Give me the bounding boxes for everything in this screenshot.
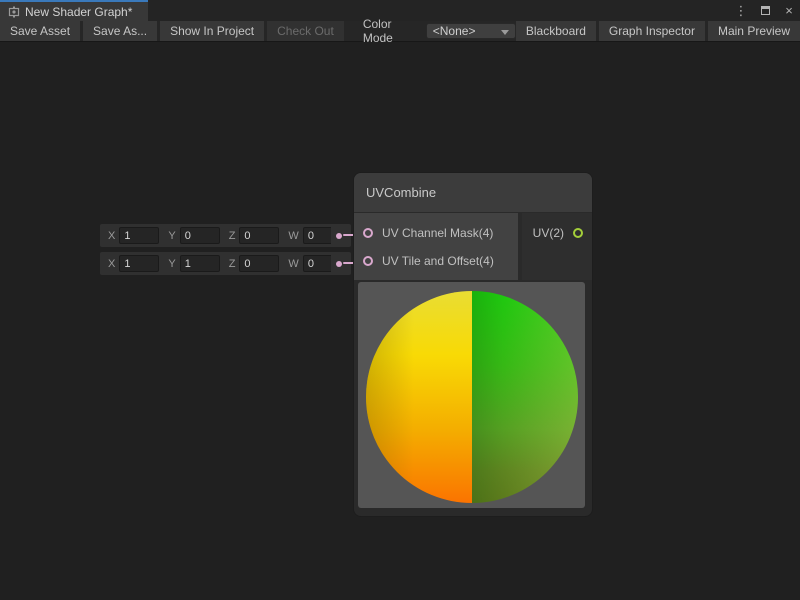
shader-graph-icon — [8, 6, 20, 18]
node-header[interactable]: UVCombine — [354, 173, 592, 213]
port-dot-icon — [336, 233, 342, 239]
graph-inspector-toggle-button[interactable]: Graph Inspector — [599, 21, 705, 41]
node-ports: UV Channel Mask(4) UV Tile and Offset(4)… — [354, 213, 592, 280]
port-ring-icon[interactable] — [573, 228, 583, 238]
node-preview — [358, 282, 585, 508]
x-value-field[interactable] — [119, 227, 159, 244]
port-ring-icon[interactable] — [363, 228, 373, 238]
input-ports-section: UV Channel Mask(4) UV Tile and Offset(4) — [354, 213, 518, 280]
sphere-right-half — [472, 291, 578, 503]
x-value-field[interactable] — [119, 255, 159, 272]
input-port-uv-tile-offset[interactable]: UV Tile and Offset(4) — [354, 247, 518, 275]
check-out-button: Check Out — [267, 21, 344, 41]
blackboard-toggle-button[interactable]: Blackboard — [516, 21, 596, 41]
uv-preview-sphere — [366, 291, 578, 503]
y-value-field[interactable] — [180, 227, 220, 244]
vector-field-group: X — [108, 227, 159, 244]
y-label: Y — [168, 230, 175, 242]
tab-title: New Shader Graph* — [25, 5, 132, 19]
x-label: X — [108, 230, 115, 242]
uvcombine-node[interactable]: UVCombine UV Channel Mask(4) UV Tile and… — [354, 173, 592, 516]
output-ports-section: UV(2) — [522, 213, 592, 280]
maximize-glyph — [761, 6, 770, 15]
z-value-field[interactable] — [239, 227, 279, 244]
z-value-field[interactable] — [239, 255, 279, 272]
vector-field-group: Z — [229, 255, 280, 272]
shader-graph-window: New Shader Graph* ⋮ × Save Asset Save As… — [0, 0, 800, 600]
input-port-label: UV Tile and Offset(4) — [382, 254, 494, 268]
vector-field-group: Z — [229, 227, 280, 244]
close-icon[interactable]: × — [782, 0, 796, 21]
vector4-input-row-2: X Y Z W — [100, 252, 351, 275]
input-port-label: UV Channel Mask(4) — [382, 226, 493, 240]
save-as-button[interactable]: Save As... — [83, 21, 157, 41]
w-label: W — [288, 230, 298, 242]
port-ring-icon[interactable] — [363, 256, 373, 266]
toolbar-right-group: Blackboard Graph Inspector Main Preview — [516, 21, 800, 41]
vector-field-group: Y — [168, 255, 219, 272]
color-mode-label: Color Mode — [361, 21, 426, 41]
color-mode-dropdown[interactable]: <None> — [426, 23, 516, 39]
window-controls: ⋮ × — [734, 0, 796, 21]
toolbar-spacer — [347, 21, 361, 41]
y-label: Y — [168, 258, 175, 270]
input-port-uv-channel-mask[interactable]: UV Channel Mask(4) — [354, 219, 518, 247]
graph-canvas[interactable]: X Y Z W X Y — [0, 43, 800, 600]
output-port-label: UV(2) — [533, 226, 564, 240]
sphere-left-half — [366, 291, 472, 503]
y-value-field[interactable] — [180, 255, 220, 272]
z-label: Z — [229, 230, 236, 242]
maximize-icon[interactable] — [758, 0, 772, 21]
output-port-uv[interactable]: UV(2) — [522, 219, 592, 247]
vector-field-group: Y — [168, 227, 219, 244]
port-dot-icon — [336, 261, 342, 267]
x-label: X — [108, 258, 115, 270]
save-asset-button[interactable]: Save Asset — [0, 21, 80, 41]
color-mode-value: <None> — [433, 24, 476, 38]
chevron-down-icon — [501, 30, 509, 35]
vector-field-group: X — [108, 255, 159, 272]
vector4-input-row-1: X Y Z W — [100, 224, 351, 247]
shader-graph-toolbar: Save Asset Save As... Show In Project Ch… — [0, 21, 800, 42]
node-title: UVCombine — [366, 185, 436, 200]
z-label: Z — [229, 258, 236, 270]
main-preview-toggle-button[interactable]: Main Preview — [708, 21, 800, 41]
kebab-menu-icon[interactable]: ⋮ — [734, 0, 748, 21]
tab-new-shader-graph[interactable]: New Shader Graph* — [0, 0, 148, 21]
w-label: W — [288, 258, 298, 270]
show-in-project-button[interactable]: Show In Project — [160, 21, 264, 41]
